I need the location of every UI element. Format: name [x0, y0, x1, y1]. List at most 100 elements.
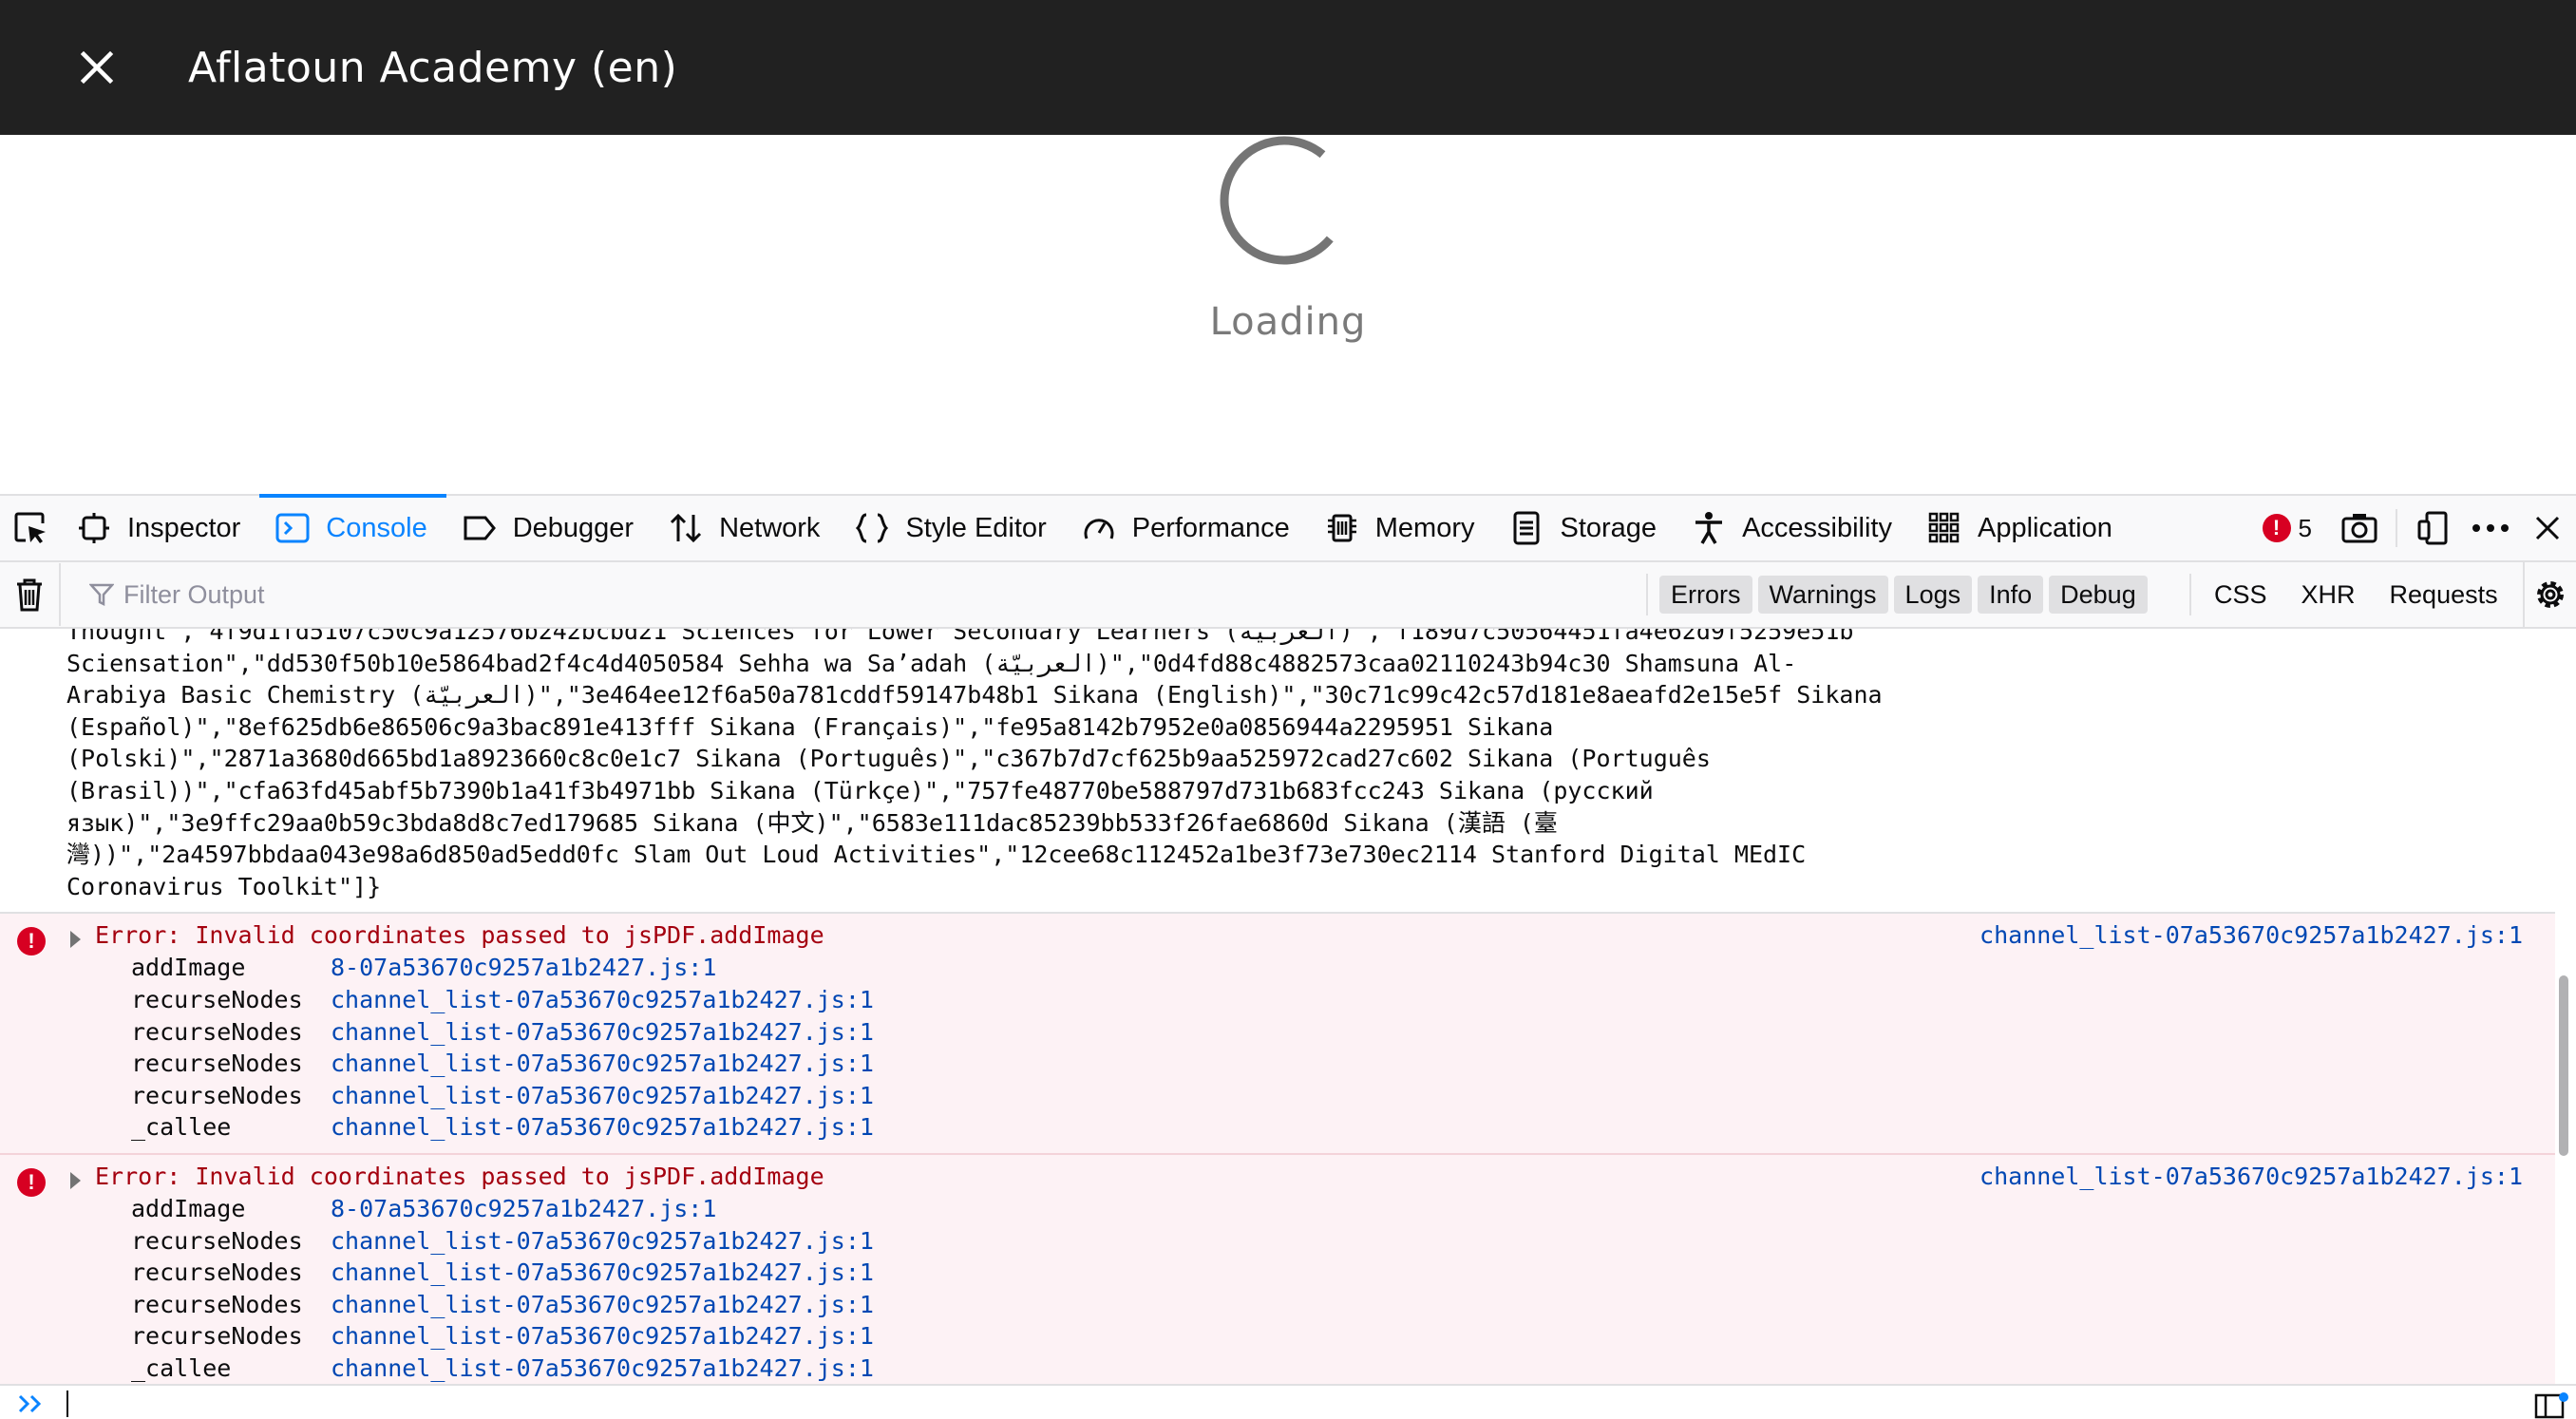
error-icon: ! [17, 1167, 46, 1197]
tab-network[interactable]: Network [653, 496, 839, 560]
stack-frame: _callee channel_list-07a53670c9257a1b2427… [131, 1353, 2555, 1384]
tab-performance[interactable]: Performance [1066, 496, 1309, 560]
editor-mode-button[interactable] [2532, 1390, 2570, 1419]
tab-label: Style Editor [905, 512, 1047, 543]
log-line: (Polski)","2871a3680d665bd1a8923660c8c0e… [66, 745, 1711, 773]
stack-frame: recurseNodes channel_list-07a53670c9257a1… [131, 1289, 2555, 1321]
console-scrollbar[interactable] [2557, 629, 2570, 1384]
error-icon: ! [17, 927, 46, 956]
inspector-icon [76, 510, 112, 546]
stack-location-link[interactable]: channel_list-07a53670c9257a1b2427.js:1 [331, 1111, 874, 1144]
log-level-filters: Errors Warnings Logs Info Debug [1646, 574, 2153, 615]
tab-style-editor[interactable]: Style Editor [839, 496, 1065, 560]
prompt-chevron-icon [17, 1390, 46, 1418]
stack-location-link[interactable]: channel_list-07a53670c9257a1b2427.js:1 [331, 1016, 874, 1049]
stack-location-link[interactable]: 8-07a53670c9257a1b2427.js:1 [331, 1193, 716, 1225]
stack-location-link[interactable]: channel_list-07a53670c9257a1b2427.js:1 [331, 1257, 874, 1289]
stack-location-link[interactable]: channel_list-07a53670c9257a1b2427.js:1 [331, 984, 874, 1016]
log-message: Thought","4f9d1fd5107c50c9a12576b242bcbd… [0, 629, 2555, 915]
console-output: Thought","4f9d1fd5107c50c9a12576b242bcbd… [0, 629, 2555, 1384]
filter-logs-button[interactable]: Logs [1893, 576, 1973, 614]
tab-application[interactable]: Application [1911, 496, 2131, 560]
stack-location-link[interactable]: channel_list-07a53670c9257a1b2427.js:1 [331, 1048, 874, 1080]
stack-frame: recurseNodes channel_list-07a53670c9257a1… [131, 984, 2555, 1016]
tab-console[interactable]: Console [259, 494, 447, 560]
stack-function-name: _callee [131, 1353, 232, 1382]
expand-arrow-icon[interactable] [70, 931, 81, 949]
filter-warnings-button[interactable]: Warnings [1757, 576, 1888, 614]
error-message: ! Error: Invalid coordinates passed to js… [0, 914, 2555, 1155]
responsive-mode-button[interactable] [2405, 496, 2462, 560]
stack-function-name: recurseNodes [131, 1017, 303, 1046]
stack-function-name: addImage [131, 954, 246, 982]
filter-output-input[interactable] [123, 579, 1548, 610]
screenshot-button[interactable] [2331, 496, 2388, 560]
stack-function-name: _callee [131, 1113, 232, 1142]
filter-info-button[interactable]: Info [1978, 576, 2044, 614]
more-options-button[interactable] [2462, 496, 2519, 560]
style-editor-icon [854, 510, 890, 546]
filter-css-button[interactable]: CSS [2214, 580, 2267, 610]
element-picker-button[interactable] [0, 496, 61, 560]
scrollbar-thumb[interactable] [2559, 975, 2568, 1156]
responsive-design-icon [2417, 511, 2448, 545]
console-input-line[interactable] [0, 1384, 2576, 1419]
network-icon [668, 510, 704, 546]
tab-storage[interactable]: Storage [1493, 496, 1676, 560]
editor-mode-icon [2534, 1392, 2568, 1419]
stack-location-link[interactable]: channel_list-07a53670c9257a1b2427.js:1 [331, 1080, 874, 1112]
stack-frame: addImage 8-07a53670c9257a1b2427.js:1 [131, 1193, 2555, 1225]
expand-arrow-icon[interactable] [70, 1171, 81, 1189]
tab-inspector[interactable]: Inspector [61, 496, 259, 560]
error-source-link[interactable]: channel_list-07a53670c9257a1b2427.js:1 [1979, 919, 2523, 952]
console-settings-button[interactable] [2523, 562, 2576, 627]
stack-function-name: recurseNodes [131, 1050, 303, 1078]
tab-memory[interactable]: Memory [1309, 496, 1494, 560]
error-count: 5 [2298, 513, 2312, 542]
stack-frame: recurseNodes channel_list-07a53670c9257a1… [131, 1320, 2555, 1353]
stack-function-name: recurseNodes [131, 1258, 303, 1287]
clear-console-button[interactable] [0, 563, 61, 626]
memory-icon [1324, 510, 1360, 546]
application-icon [1926, 510, 1962, 546]
stack-function-name: recurseNodes [131, 1081, 303, 1109]
stack-location-link[interactable]: channel_list-07a53670c9257a1b2427.js:1 [331, 1320, 874, 1353]
filter-output-field[interactable] [89, 579, 1609, 610]
stack-function-name: recurseNodes [131, 1290, 303, 1318]
tab-debugger[interactable]: Debugger [446, 496, 653, 560]
close-button[interactable] [59, 29, 135, 105]
stack-location-link[interactable]: channel_list-07a53670c9257a1b2427.js:1 [331, 1353, 874, 1384]
stack-location-link[interactable]: channel_list-07a53670c9257a1b2427.js:1 [331, 1289, 874, 1321]
stack-function-name: addImage [131, 1194, 246, 1222]
tab-label: Accessibility [1742, 512, 1892, 543]
filter-debug-button[interactable]: Debug [2049, 576, 2148, 614]
stack-function-name: recurseNodes [131, 985, 303, 1013]
app-title: Aflatoun Academy (en) [188, 43, 678, 92]
stack-function-name: recurseNodes [131, 1322, 303, 1351]
log-line: Sciensation","dd530f50b10e5864bad2f4c4d4… [66, 649, 1797, 677]
text-caret [66, 1390, 68, 1417]
page-content: Loading [0, 135, 2576, 494]
stack-frame: addImage 8-07a53670c9257a1b2427.js:1 [131, 952, 2555, 984]
filter-xhr-button[interactable]: XHR [2301, 580, 2356, 610]
filter-requests-button[interactable]: Requests [2390, 580, 2498, 610]
log-line: Thought","4f9d1fd5107c50c9a12576b242bcbd… [66, 629, 1854, 645]
stack-location-link[interactable]: channel_list-07a53670c9257a1b2427.js:1 [331, 1225, 874, 1258]
close-icon [80, 50, 114, 85]
error-source-link[interactable]: channel_list-07a53670c9257a1b2427.js:1 [1979, 1161, 2523, 1193]
error-count-badge[interactable]: ! 5 [2262, 513, 2312, 543]
more-icon [2472, 524, 2509, 532]
stack-frame: recurseNodes channel_list-07a53670c9257a1… [131, 1080, 2555, 1112]
stack-location-link[interactable]: 8-07a53670c9257a1b2427.js:1 [331, 952, 716, 984]
log-line: Coronavirus Toolkit"]} [66, 872, 382, 900]
filter-errors-button[interactable]: Errors [1659, 576, 1752, 614]
tab-label: Performance [1131, 512, 1290, 543]
tab-accessibility[interactable]: Accessibility [1676, 496, 1911, 560]
storage-icon [1508, 510, 1544, 546]
log-line: 灣))","2a4597bbdaa043e98a6d850ad5edd0fc S… [66, 841, 1807, 869]
close-devtools-button[interactable] [2519, 496, 2576, 560]
toolbox-buttons: ! 5 [2262, 496, 2576, 560]
devtools-panel: Inspector Console Debugger Network Style Edi… [0, 494, 2576, 1419]
tab-label: Storage [1560, 512, 1657, 543]
error-message: ! Error: Invalid coordinates passed to js… [0, 1154, 2555, 1384]
